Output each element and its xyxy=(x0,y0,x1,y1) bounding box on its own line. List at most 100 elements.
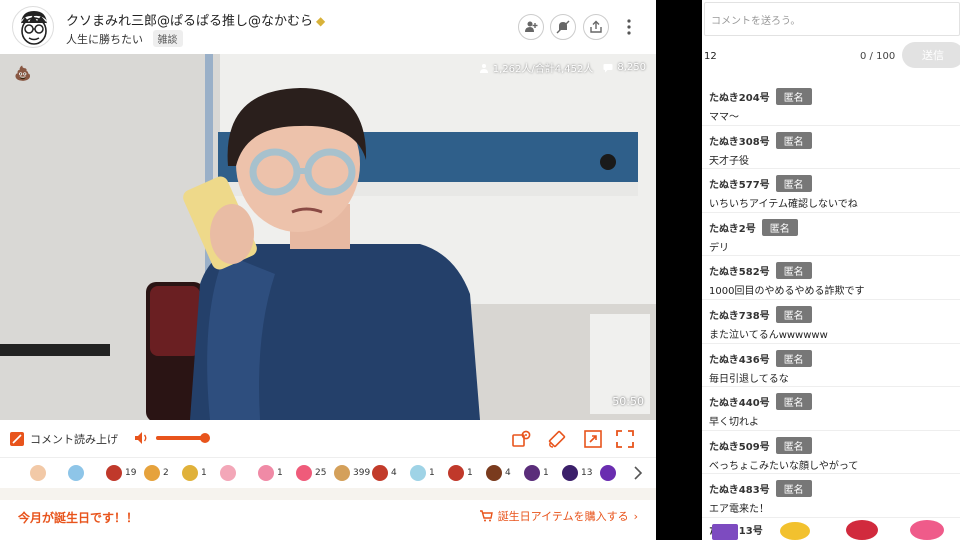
comment-item[interactable]: たぬき483号 匿名 エア電来た！ xyxy=(702,474,960,518)
channel-title: クソまみれ三郎@ぱるぱる推し@なかむら ◆ xyxy=(66,10,325,29)
anonymous-badge: 匿名 xyxy=(775,88,812,105)
comment-item[interactable]: たぬき2号 匿名 デリ xyxy=(702,213,960,257)
comment-username[interactable]: たぬき483号 xyxy=(709,481,770,496)
comment-item[interactable]: たぬき436号 匿名 毎日引退してるな xyxy=(702,344,960,388)
comment-item[interactable]: たぬき738号 匿名 また泣いてるんwwwwww xyxy=(702,300,960,344)
gift-item[interactable]: 1 xyxy=(258,465,296,481)
comment-item[interactable]: たぬき577号 匿名 いちいちアイテム確認しないでね xyxy=(702,169,960,213)
fullscreen-button[interactable] xyxy=(616,430,634,448)
gift-item[interactable]: 4 xyxy=(372,465,410,481)
comment-user-row: たぬき483号 匿名 xyxy=(709,480,960,498)
popout-button[interactable] xyxy=(584,430,602,448)
send-button[interactable]: 送信 xyxy=(902,42,960,68)
fullscreen-icon xyxy=(616,430,634,448)
gift-box-icon[interactable] xyxy=(712,524,738,540)
comment-text: べっちょこみたいな顔しやがって xyxy=(709,460,859,472)
buy-birthday-item-label: 誕生日アイテムを購入する xyxy=(497,510,629,523)
gift-item[interactable]: 1 xyxy=(410,465,448,481)
comment-item[interactable]: たぬき509号 匿名べっちょこみたいな顔しやがって xyxy=(702,431,960,475)
gift-item[interactable]: 13 xyxy=(562,465,600,481)
gift-count: 4 xyxy=(391,468,397,478)
gift-item[interactable]: 4 xyxy=(486,465,524,481)
gift-item[interactable]: 399 xyxy=(334,465,372,481)
comment-item[interactable]: たぬき308号 匿名 天才子役 xyxy=(702,126,960,170)
comment-text: 1000回目のやめるやめる詐欺です xyxy=(709,286,865,298)
comment-text: ママ～ xyxy=(709,112,739,123)
comment-username[interactable]: たぬき308号 xyxy=(709,133,770,148)
anonymous-badge: 匿名 xyxy=(775,131,812,149)
popout-icon xyxy=(584,430,602,448)
comment-username[interactable]: たぬき204号 xyxy=(709,89,770,104)
comment-input[interactable]: コメントを送ろう。 xyxy=(704,2,960,36)
speaker-icon[interactable] xyxy=(134,431,150,445)
comment-item[interactable]: たぬき440号 匿名早く切れよ xyxy=(702,387,960,431)
gift-count: 25 xyxy=(315,468,327,478)
comment-item[interactable]: たぬき204号 匿名ママ～ xyxy=(702,82,960,126)
comment-text: また泣いてるんwwwwww xyxy=(709,329,828,341)
gold-coin-icon[interactable] xyxy=(780,522,810,540)
gift-item[interactable]: 19 xyxy=(106,465,144,481)
gift-count: 1 xyxy=(201,468,207,478)
comment-user-row: たぬき204号 匿名 xyxy=(709,88,960,105)
comment-username[interactable]: たぬき738号 xyxy=(709,307,770,322)
add-user-icon xyxy=(525,21,538,32)
share-button[interactable] xyxy=(583,14,609,40)
gift-8-icon xyxy=(296,465,312,481)
avatar-illustration xyxy=(21,11,47,45)
gift-11-icon xyxy=(410,465,426,481)
person-icon xyxy=(479,63,488,73)
volume-control[interactable] xyxy=(134,431,210,445)
gift-next-button[interactable] xyxy=(632,465,644,481)
comment-user-row: たぬき440号 匿名 xyxy=(709,393,960,411)
gift-item[interactable] xyxy=(30,465,68,481)
gift-item[interactable] xyxy=(68,465,106,481)
comment-user-row: たぬき509号 匿名 xyxy=(709,436,960,454)
poop-badge-icon: 💩 xyxy=(14,66,32,82)
user-level: 12 xyxy=(704,51,717,62)
birthday-title: 今月が誕生日です！！ xyxy=(18,511,139,525)
gift-7-icon xyxy=(258,465,274,481)
comment-username[interactable]: たぬき577号 xyxy=(709,176,770,191)
volume-slider[interactable] xyxy=(156,433,210,443)
comment-meta-row: 12 0 / 100 送信 xyxy=(702,42,960,68)
comment-user-row: たぬき582号 匿名 xyxy=(709,262,960,280)
gift-item[interactable]: 1 xyxy=(182,465,220,481)
buy-birthday-item-link[interactable]: 誕生日アイテムを購入する › xyxy=(479,508,638,524)
gift-item[interactable]: 2 xyxy=(144,465,182,481)
more-menu-button[interactable] xyxy=(622,16,636,38)
follow-button[interactable] xyxy=(518,14,544,40)
pink-heart-icon[interactable] xyxy=(910,520,944,540)
gift-10-icon xyxy=(372,465,388,481)
more-icon xyxy=(627,19,631,35)
read-aloud-toggle[interactable]: コメント読み上げ xyxy=(10,431,118,447)
comment-username[interactable]: たぬき2号 xyxy=(709,220,756,235)
gift-item[interactable]: 1 xyxy=(448,465,486,481)
gift-count: 13 xyxy=(581,468,593,478)
gift-item[interactable] xyxy=(220,465,258,481)
volume-handle[interactable] xyxy=(199,433,210,443)
comment-username[interactable]: たぬき436号 xyxy=(709,351,770,366)
settings-button[interactable] xyxy=(512,430,531,448)
gift-4-icon xyxy=(144,465,160,481)
comment-item[interactable]: たぬき582号 匿名 1000回目のやめるやめる詐欺です xyxy=(702,256,960,300)
comment-text: いちいちアイテム確認しないでね xyxy=(709,199,858,211)
comment-username[interactable]: たぬき440号 xyxy=(709,394,770,409)
gift-item[interactable]: 25 xyxy=(296,465,334,481)
red-heart-icon[interactable] xyxy=(846,520,878,540)
rotate-button[interactable] xyxy=(548,430,566,448)
mute-notify-button[interactable] xyxy=(550,14,576,40)
mute-icon xyxy=(556,20,570,34)
app-root: クソまみれ三郎@ぱるぱる推し@なかむら ◆ 人生に勝ちたい 雑談 💩 1,262… xyxy=(0,0,960,540)
comment-text: 早く切れよ xyxy=(709,417,759,429)
gift-count: 1 xyxy=(429,468,435,478)
comment-username[interactable]: たぬき509号 xyxy=(709,438,770,453)
viewer-stats: 1,262人/合計4,452人 8,250 xyxy=(479,60,646,75)
category-tag[interactable]: 雑談 xyxy=(152,30,183,47)
gift-item[interactable]: 1 xyxy=(524,465,562,481)
read-aloud-label: コメント読み上げ xyxy=(30,433,118,446)
video-frame xyxy=(0,54,656,420)
anonymous-badge: 匿名 xyxy=(761,218,798,236)
video-player[interactable]: 💩 1,262人/合計4,452人 8,250 50:50 xyxy=(0,54,656,420)
avatar[interactable] xyxy=(12,6,54,48)
comment-username[interactable]: たぬき582号 xyxy=(709,263,770,278)
